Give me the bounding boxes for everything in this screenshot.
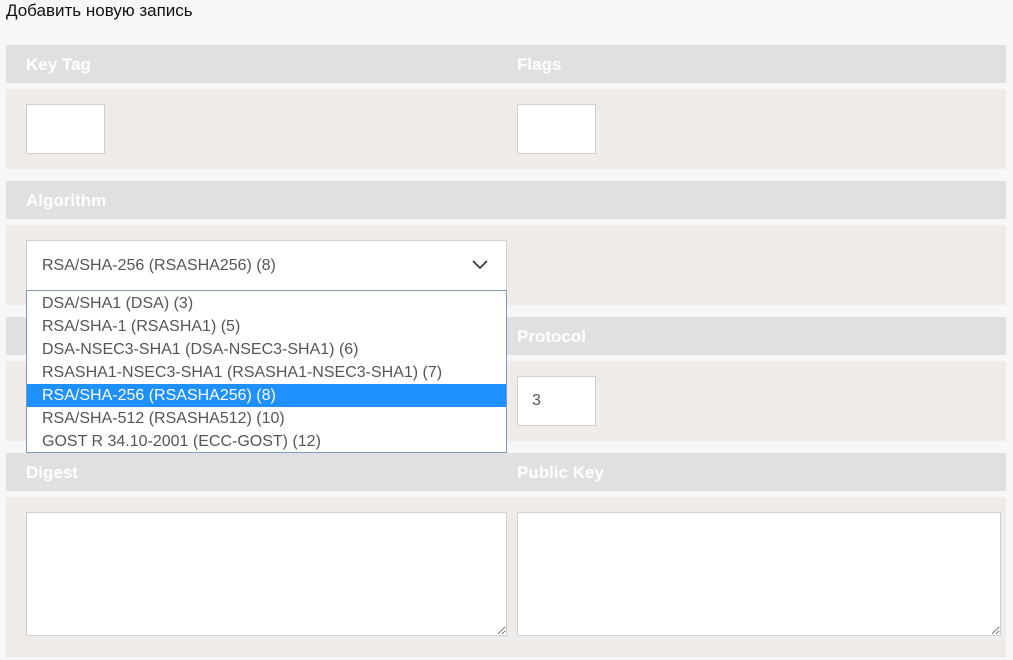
algorithm-dropdown-list: DSA/SHA1 (DSA) (3) RSA/SHA-1 (RSASHA1) (… <box>26 290 507 453</box>
algorithm-option-selected[interactable]: RSA/SHA-256 (RSASHA256) (8) <box>27 384 506 407</box>
chevron-down-icon[interactable] <box>472 258 488 270</box>
algorithm-option[interactable]: DSA-NSEC3-SHA1 (DSA-NSEC3-SHA1) (6) <box>27 338 506 361</box>
header-bar-keytag-flags: Key Tag Flags <box>6 45 1006 83</box>
algorithm-selected-value: RSA/SHA-256 (RSASHA256) (8) <box>42 257 276 274</box>
algorithm-option[interactable]: RSA/SHA-1 (RSASHA1) (5) <box>27 315 506 338</box>
panel-keytag-flags <box>6 89 1006 169</box>
page-title: Добавить новую запись <box>6 1 193 20</box>
algorithm-option[interactable]: GOST R 34.10-2001 (ECC-GOST) (12) <box>27 430 506 453</box>
flags-input[interactable] <box>517 104 596 154</box>
key-tag-label: Key Tag <box>26 55 91 74</box>
digest-label: Digest <box>26 463 78 482</box>
public-key-textarea[interactable] <box>517 512 1001 636</box>
algorithm-option[interactable]: DSA/SHA1 (DSA) (3) <box>27 292 506 315</box>
protocol-input[interactable] <box>517 376 596 426</box>
algorithm-option[interactable]: RSASHA1-NSEC3-SHA1 (RSASHA1-NSEC3-SHA1) … <box>27 361 506 384</box>
algorithm-select[interactable]: RSA/SHA-256 (RSASHA256) (8) <box>26 240 507 291</box>
protocol-label: Protocol <box>517 327 586 346</box>
key-tag-input[interactable] <box>26 104 105 154</box>
digest-textarea[interactable] <box>26 512 507 636</box>
algorithm-label: Algorithm <box>26 191 107 210</box>
algorithm-option[interactable]: RSA/SHA-512 (RSASHA512) (10) <box>27 407 506 430</box>
flags-label: Flags <box>517 55 562 74</box>
header-bar-algorithm: Algorithm <box>6 181 1006 219</box>
header-bar-digest-publickey: Digest Public Key <box>6 453 1006 491</box>
public-key-label: Public Key <box>517 463 604 482</box>
